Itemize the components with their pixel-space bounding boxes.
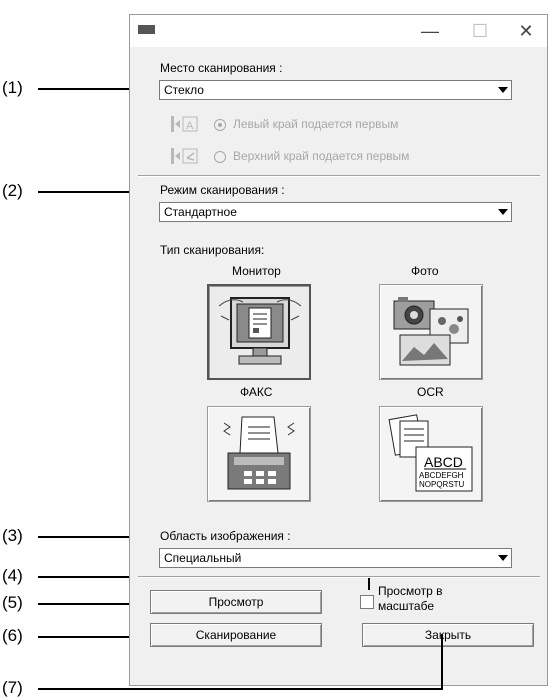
zoom-preview-label-line2: масштабе <box>378 599 434 613</box>
fax-icon <box>223 416 295 490</box>
scan-type-fax-button[interactable] <box>207 406 311 502</box>
minimize-button[interactable]: — <box>414 19 446 43</box>
feed-left-edge-icon: A <box>171 116 198 132</box>
zoom-preview-label-line1: Просмотр в <box>378 584 443 598</box>
ocr-sample-big-text: ABCD <box>424 454 463 470</box>
scan-type-ocr-label: OCR <box>417 385 444 399</box>
callout-2: (2) <box>2 181 23 200</box>
callout-line-4-vertical <box>368 578 370 590</box>
callout-1: (1) <box>2 78 23 97</box>
chevron-down-icon <box>498 87 508 93</box>
scan-type-monitor-label: Монитор <box>232 264 281 278</box>
scan-mode-label: Режим сканирования : <box>160 183 285 197</box>
dialog-panel: Место сканирования : Стекло A Левый край… <box>138 49 540 679</box>
camera-photo-icon <box>393 297 469 366</box>
callout-6: (6) <box>2 626 23 645</box>
feed-top-radio[interactable] <box>214 151 226 163</box>
feed-top-edge-icon <box>171 148 198 164</box>
scan-type-label: Тип сканирования: <box>160 243 265 257</box>
image-area-value: Специальный <box>164 551 242 565</box>
app-icon <box>138 25 155 34</box>
image-area-select[interactable]: Специальный <box>159 548 512 568</box>
chevron-down-icon <box>498 555 508 561</box>
scan-mode-select[interactable]: Стандартное <box>159 202 512 222</box>
feed-top-label: Верхний край подается первым <box>233 149 410 163</box>
scanner-dialog-window: — ☐ ✕ Место сканирования : Стекло A Левы… <box>129 14 548 686</box>
maximize-button[interactable]: ☐ <box>464 19 496 43</box>
monitor-icon <box>218 297 302 365</box>
scan-type-photo-button[interactable] <box>379 284 483 380</box>
svg-text:A: A <box>186 120 194 132</box>
title-bar: — ☐ ✕ <box>130 15 547 47</box>
scan-location-label: Место сканирования : <box>160 61 283 75</box>
callout-7: (7) <box>2 678 23 697</box>
feed-left-radio[interactable] <box>214 119 226 131</box>
feed-left-label: Левый край подается первым <box>233 117 399 131</box>
scan-type-photo-label: Фото <box>411 264 439 278</box>
scan-button[interactable]: Сканирование <box>150 623 322 647</box>
scan-type-fax-label: ФАКС <box>240 385 273 399</box>
zoom-preview-checkbox[interactable] <box>360 595 374 609</box>
scan-location-value: Стекло <box>164 83 204 97</box>
close-window-button[interactable]: ✕ <box>510 19 542 43</box>
callout-line-7 <box>38 688 442 690</box>
chevron-down-icon <box>498 209 508 215</box>
ocr-sample-line1: ABCDEFGH <box>419 471 464 480</box>
ocr-sample-line2: NOPQRSTU <box>419 480 465 489</box>
close-button[interactable]: Закрыть <box>362 623 534 647</box>
scan-type-monitor-button[interactable] <box>207 284 311 380</box>
callout-line-7-vertical <box>441 634 443 690</box>
ocr-document-icon: ABCD ABCDEFGH NOPQRSTU <box>388 414 473 492</box>
callout-4: (4) <box>2 566 23 585</box>
callout-5: (5) <box>2 593 23 612</box>
preview-button[interactable]: Просмотр <box>150 590 322 614</box>
separator-1 <box>138 175 540 177</box>
scan-mode-value: Стандартное <box>164 205 237 219</box>
scan-location-select[interactable]: Стекло <box>159 80 512 100</box>
callout-3: (3) <box>2 526 23 545</box>
separator-2 <box>138 576 540 578</box>
scan-type-ocr-button[interactable]: ABCD ABCDEFGH NOPQRSTU <box>379 406 483 502</box>
image-area-label: Область изображения : <box>160 529 291 543</box>
